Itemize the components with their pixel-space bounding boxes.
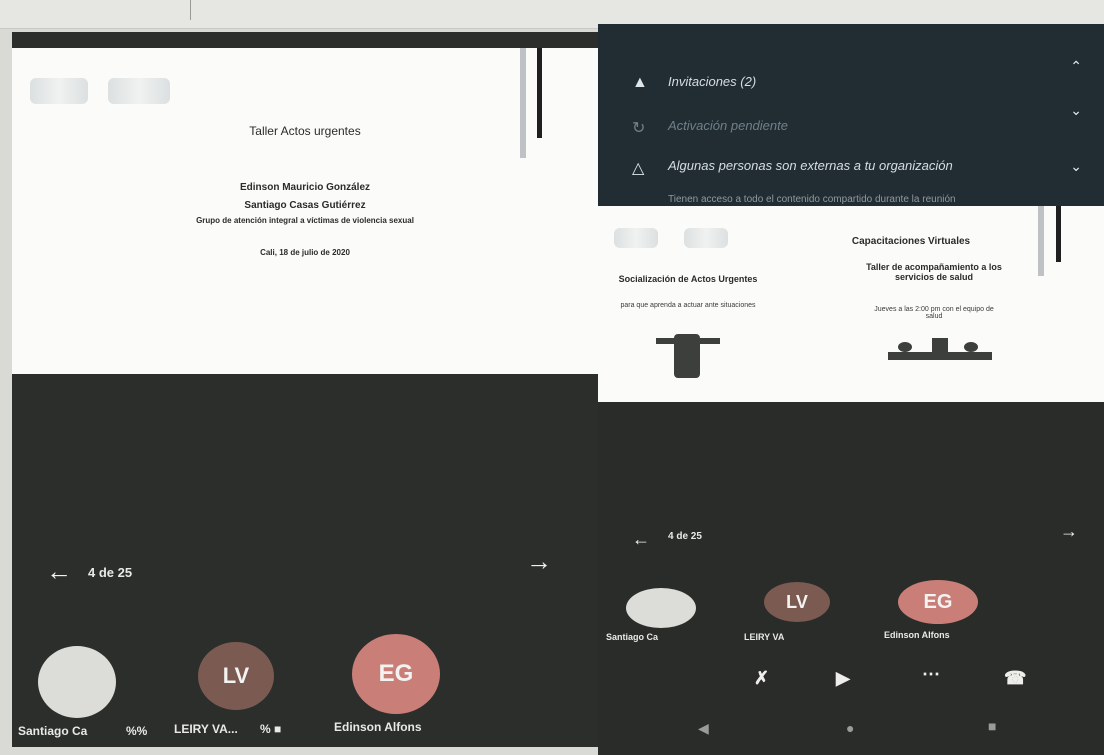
chevron-down-icon[interactable]: ⌄: [1070, 158, 1082, 175]
person-figure-image: [898, 342, 912, 352]
participant-name: LEIRY VA: [744, 632, 785, 642]
participant-name: Edinson Alfons: [334, 720, 422, 734]
slide-subtext: Jueves a las 2:00 pm con el equipo de sa…: [874, 306, 994, 320]
notification-subtext: Tienen acceso a todo el contenido compar…: [668, 194, 956, 205]
slide-author: Santiago Casas Gutiérrez: [244, 200, 366, 211]
participant-name: Edinson Alfons: [884, 630, 950, 640]
notification-text: Algunas personas son externas a tu organ…: [668, 158, 953, 173]
left-meeting-screen: Taller Actos urgentes Edinson Mauricio G…: [12, 32, 598, 747]
slide-author: Edinson Mauricio González: [239, 182, 370, 193]
warning-icon: △: [632, 160, 645, 177]
participant-status: %%: [126, 724, 148, 738]
participant-name: Santiago Ca: [18, 724, 88, 738]
slide-subtext: para que aprenda a actuar ante situacion…: [620, 302, 756, 309]
shared-slide: Taller Actos urgentes Edinson Mauricio G…: [12, 48, 598, 374]
notification-text: Invitaciones (2): [668, 74, 757, 89]
arrow-left-icon[interactable]: ←: [632, 526, 650, 552]
avatar[interactable]: LV: [198, 642, 274, 710]
shared-slide: Capacitaciones Virtuales Socialización d…: [598, 206, 1104, 402]
slide-scroll-thumb[interactable]: [1056, 206, 1061, 262]
page-indicator: 4 de 25: [668, 531, 702, 542]
arrow-right-icon[interactable]: →: [1060, 518, 1078, 544]
avatar-initials: LV: [786, 591, 808, 612]
bell-icon: ▲: [632, 74, 648, 91]
person-arms-image: [656, 338, 720, 344]
participant-name: LEIRY VA...: [174, 722, 238, 736]
avatar-initials: EG: [378, 660, 414, 687]
arrow-left-icon[interactable]: ←: [46, 558, 72, 584]
avatar[interactable]: EG: [352, 634, 440, 714]
chevron-up-icon[interactable]: ⌃: [1070, 58, 1082, 75]
sync-icon: ↻: [632, 120, 646, 137]
avatar[interactable]: [38, 646, 116, 718]
slide-title: Capacitaciones Virtuales: [851, 236, 971, 247]
table-figure-image: [888, 352, 992, 360]
person-figure-image: [964, 342, 978, 352]
avatar[interactable]: [626, 588, 696, 628]
back-icon[interactable]: ◀: [698, 720, 709, 737]
slide-heading: Taller de acompañamiento a los servicios…: [866, 262, 1002, 282]
hangup-icon[interactable]: ☎: [1004, 668, 1026, 689]
slide-heading: Socialización de Actos Urgentes: [618, 274, 758, 284]
chevron-down-icon[interactable]: ⌄: [1070, 102, 1082, 119]
page-indicator: 4 de 25: [88, 565, 133, 580]
logo: [30, 78, 88, 104]
avatar-initials: EG: [923, 590, 953, 613]
slide-group: Grupo de atención integral a víctimas de…: [196, 216, 414, 225]
avatar[interactable]: LV: [764, 582, 830, 622]
slide-scroll-track: [520, 48, 526, 158]
notification-text: Activación pendiente: [668, 118, 788, 133]
participant-name: Santiago Ca: [606, 632, 659, 642]
slide-title: Taller Actos urgentes: [249, 124, 361, 138]
avatar[interactable]: EG: [898, 580, 978, 624]
logo: [108, 78, 170, 104]
speaker-icon[interactable]: ▶: [836, 668, 850, 689]
arrow-right-icon[interactable]: →: [526, 548, 552, 574]
avatar-initials: LV: [222, 663, 250, 688]
participant-status: % ■: [260, 722, 282, 736]
home-icon[interactable]: ●: [846, 720, 854, 736]
more-icon[interactable]: ⋯: [922, 664, 940, 685]
notification-panel: ▲ Invitaciones (2) ⌃ ↻ Activación pendie…: [598, 24, 1104, 214]
mic-off-icon[interactable]: ✗: [754, 668, 769, 689]
logo: [614, 228, 658, 248]
right-meeting-screen: ▲ Invitaciones (2) ⌃ ↻ Activación pendie…: [598, 24, 1104, 755]
person-figure-image: [932, 338, 948, 352]
slide-date: Cali, 18 de julio de 2020: [260, 248, 350, 257]
bezel-tab: [0, 0, 191, 20]
recents-icon[interactable]: ■: [988, 718, 996, 734]
